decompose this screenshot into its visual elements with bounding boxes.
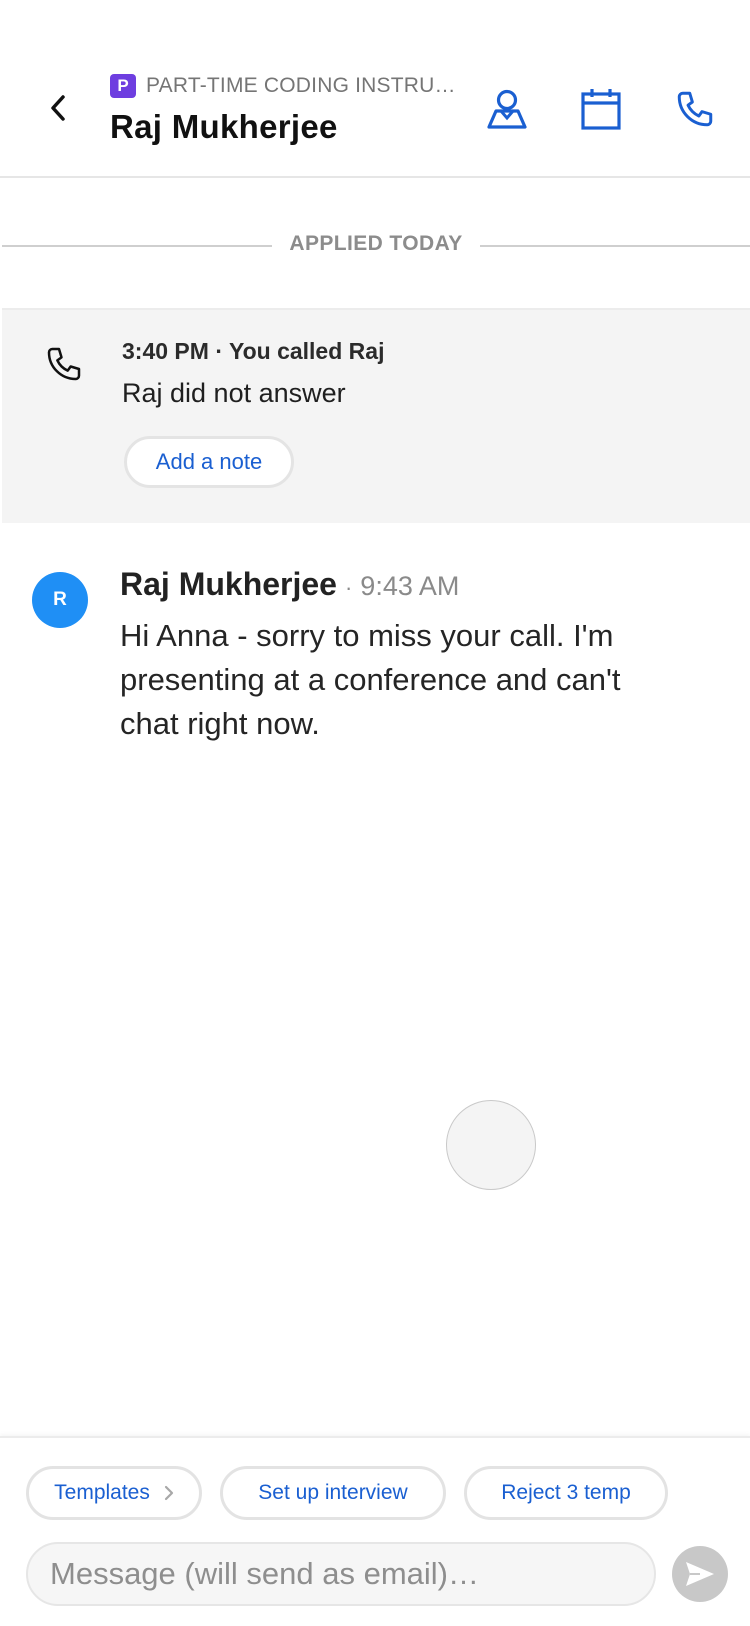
applied-divider: APPLIED TODAY bbox=[0, 228, 750, 264]
phone-icon bbox=[47, 347, 81, 381]
job-badge: P bbox=[110, 74, 136, 98]
job-title: PART-TIME CODING INSTRU… bbox=[146, 74, 456, 97]
back-button[interactable] bbox=[38, 88, 78, 128]
call-button[interactable] bbox=[670, 84, 720, 134]
touch-indicator bbox=[446, 1100, 536, 1190]
message-sender: Raj Mukherjee bbox=[120, 566, 337, 602]
calendar-icon bbox=[581, 89, 621, 130]
schedule-button[interactable] bbox=[576, 84, 626, 134]
message-input[interactable] bbox=[26, 1542, 656, 1606]
templates-label: Templates bbox=[54, 1481, 150, 1504]
call-meta: 3:40 PM · You called Raj bbox=[122, 338, 385, 364]
phone-icon bbox=[677, 91, 713, 127]
call-log-card: 3:40 PM · You called Raj Raj did not ans… bbox=[2, 308, 750, 523]
set-up-interview-label: Set up interview bbox=[258, 1481, 408, 1504]
applied-label: APPLIED TODAY bbox=[289, 232, 463, 255]
send-icon bbox=[686, 1562, 714, 1586]
job-title-row[interactable]: P PART-TIME CODING INSTRU… bbox=[110, 74, 456, 98]
message-separator: · bbox=[344, 575, 353, 600]
templates-chip[interactable]: Templates bbox=[26, 1466, 202, 1520]
set-up-interview-chip[interactable]: Set up interview bbox=[220, 1466, 446, 1520]
divider-line-right bbox=[480, 245, 750, 247]
reject-template-label: Reject 3 temp bbox=[501, 1481, 631, 1504]
message-body: Hi Anna - sorry to miss your call. I'm p… bbox=[120, 618, 621, 741]
divider-line-left bbox=[2, 245, 272, 247]
avatar[interactable]: R bbox=[32, 572, 88, 628]
chevron-right-icon bbox=[164, 1485, 174, 1501]
reject-template-chip[interactable]: Reject 3 temp bbox=[464, 1466, 668, 1520]
conversation-header: P PART-TIME CODING INSTRU… Raj Mukherjee bbox=[0, 0, 750, 178]
add-note-button[interactable]: Add a note bbox=[124, 436, 294, 488]
candidate-name: Raj Mukherjee bbox=[110, 108, 338, 145]
message-header: Raj Mukherjee · 9:43 AM bbox=[120, 566, 459, 603]
call-status: Raj did not answer bbox=[122, 378, 346, 408]
message-time: 9:43 AM bbox=[360, 571, 460, 601]
composer-bar: Templates Set up interview Reject 3 temp bbox=[0, 1436, 750, 1626]
profile-button[interactable] bbox=[482, 84, 532, 134]
profile-icon bbox=[487, 89, 527, 129]
back-chevron-icon bbox=[51, 95, 65, 121]
send-button[interactable] bbox=[672, 1546, 728, 1602]
